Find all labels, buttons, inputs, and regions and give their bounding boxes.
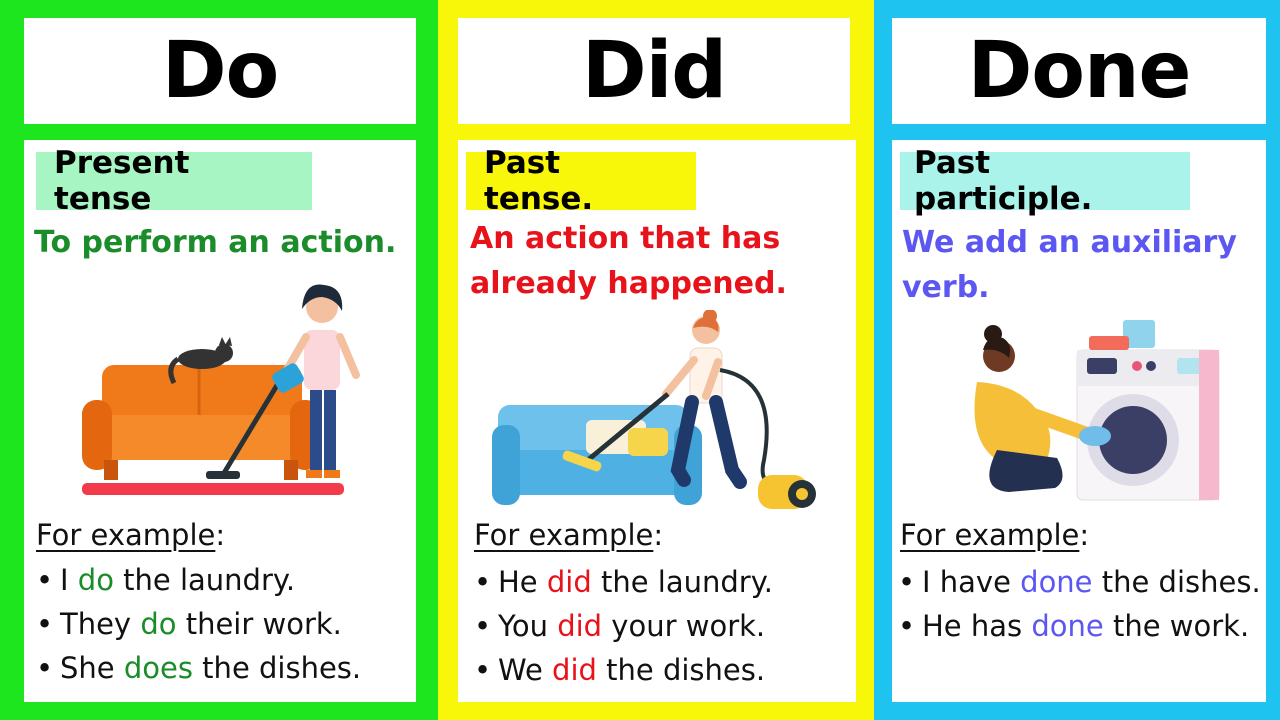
description-line: An action that has (470, 221, 781, 256)
example-list: • He did the laundry. • You did your work.… (474, 560, 773, 692)
example-sentence: • They do their work. (36, 607, 342, 641)
title-box: Do (24, 18, 416, 124)
washing-machine-icon (1076, 320, 1220, 501)
tense-tag-label: Past participle. (914, 145, 1093, 217)
verb-highlight: do (140, 607, 177, 641)
description: We add an auxiliary verb. (902, 220, 1237, 310)
column-done: Done Past participle. We add an auxiliar… (874, 0, 1280, 720)
example-list: • I do the laundry. • They do their work. … (36, 558, 361, 690)
description-line: We add an auxiliary (902, 225, 1237, 260)
description-line: To perform an action. (34, 225, 397, 260)
example-sentence: • I do the laundry. (36, 563, 296, 597)
tense-tag: Past participle. (900, 145, 1190, 217)
verb-highlight: did (546, 565, 592, 599)
example-heading: For example: (36, 518, 226, 552)
content-panel: Past participle. We add an auxiliary ver… (892, 140, 1266, 702)
tense-tag-label: Present tense (54, 145, 190, 217)
column-title: Do (161, 26, 279, 116)
description: To perform an action. (34, 220, 396, 265)
tense-tag: Past tense. (466, 145, 696, 217)
woman-figure (662, 310, 747, 489)
description-line: already happened. (470, 266, 787, 301)
title-box: Done (892, 18, 1266, 124)
column-title: Done (967, 26, 1192, 116)
example-sentence: • She does the dishes. (36, 651, 362, 685)
example-sentence: • He has done the work. (898, 609, 1250, 643)
verb-forms-infographic: Do Present tense To perform an action. F… (0, 0, 1280, 720)
example-heading: For example: (900, 518, 1090, 552)
example-sentence: • We did the dishes. (474, 653, 766, 687)
example-sentence: • He did the laundry. (474, 565, 773, 599)
content-panel: Present tense To perform an action. For … (24, 140, 416, 702)
woman-vacuuming-sofa-illustration (82, 284, 360, 495)
content-panel: Past tense. An action that has already h… (458, 140, 856, 702)
tense-tag-label: Past tense. (484, 145, 594, 217)
column-did: Did Past tense. An action that has alrea… (438, 0, 874, 720)
verb-highlight: do (77, 563, 114, 597)
description: An action that has already happened. (470, 216, 787, 306)
title-box: Did (458, 18, 850, 124)
verb-highlight: done (1020, 565, 1093, 599)
description-line: verb. (902, 270, 990, 305)
woman-washing-machine-illustration (974, 320, 1220, 501)
woman-vacuuming-sofa-illustration (492, 310, 816, 509)
column-do: Do Present tense To perform an action. F… (0, 0, 438, 720)
column-title: Did (581, 26, 727, 116)
example-sentence: • You did your work. (474, 609, 766, 643)
example-list: • I have done the dishes. • He has done th… (898, 560, 1261, 648)
verb-highlight: does (123, 651, 193, 685)
example-heading: For example: (474, 518, 664, 552)
verb-highlight: did (552, 653, 597, 687)
example-sentence: • I have done the dishes. (898, 565, 1261, 599)
tense-tag: Present tense (36, 145, 312, 217)
verb-highlight: done (1031, 609, 1104, 643)
verb-highlight: did (557, 609, 603, 643)
